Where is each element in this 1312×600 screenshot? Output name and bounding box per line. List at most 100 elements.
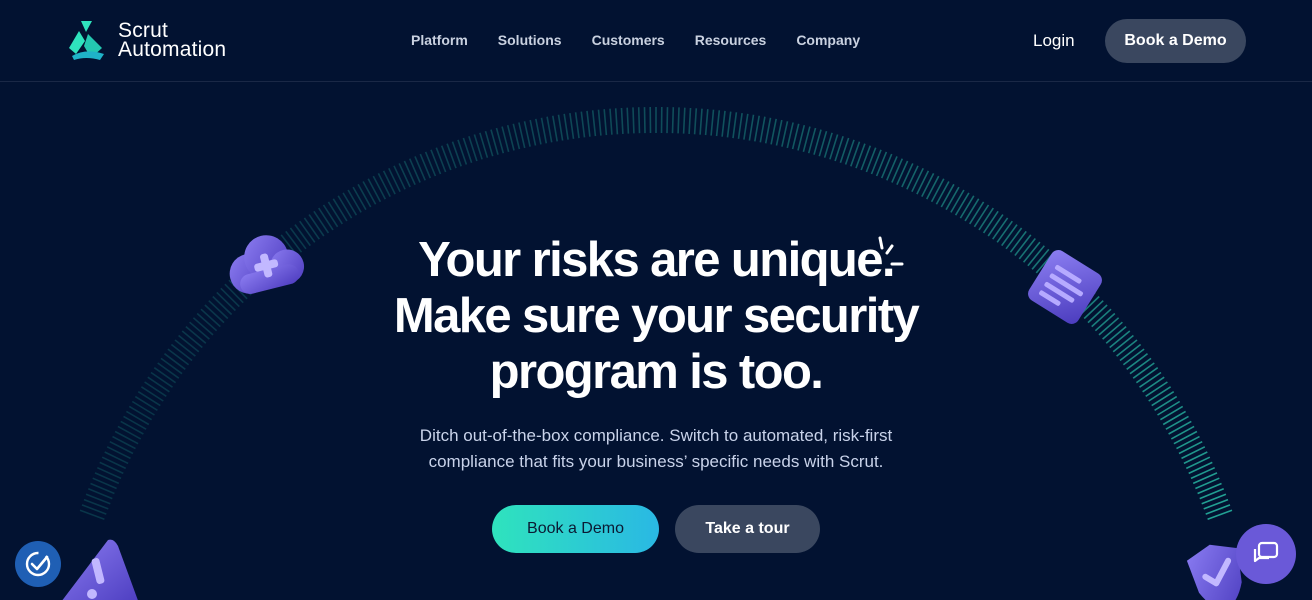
arc-tick	[797, 125, 806, 151]
arc-tick	[120, 420, 144, 435]
arc-tick	[185, 325, 207, 344]
arc-tick	[167, 348, 190, 366]
nav-platform[interactable]: Platform	[411, 32, 468, 48]
arc-tick	[891, 158, 904, 183]
nav-resources[interactable]: Resources	[695, 32, 767, 48]
arc-tick	[106, 446, 131, 460]
nav-solutions[interactable]: Solutions	[498, 32, 562, 48]
arc-tick	[357, 183, 372, 208]
arc-tick	[313, 210, 330, 234]
arc-tick	[764, 117, 772, 144]
arc-tick	[529, 119, 537, 146]
arc-tick	[382, 170, 396, 195]
arc-tick	[337, 195, 353, 219]
arc-tick	[1112, 334, 1134, 353]
arc-tick	[786, 122, 794, 149]
arc-tick	[781, 121, 789, 147]
arc-tick	[978, 207, 994, 231]
arc-tick	[954, 192, 970, 216]
arc-tick	[134, 395, 158, 411]
arc-tick	[189, 321, 210, 340]
arc-tick	[104, 451, 129, 465]
arc-tick	[1132, 362, 1155, 379]
arc-tick	[150, 371, 173, 388]
arc-tick	[721, 110, 726, 137]
arc-tick	[99, 461, 124, 475]
arc-tick	[1173, 430, 1198, 445]
arc-tick	[688, 107, 692, 134]
arc-tick	[557, 114, 564, 141]
arc-tick	[1151, 391, 1175, 407]
arc-tick	[959, 195, 975, 219]
arc-tick	[637, 107, 641, 134]
arc-tick	[911, 167, 924, 193]
arc-tick	[1154, 395, 1178, 411]
arc-tick	[96, 466, 122, 480]
arc-tick	[597, 109, 602, 136]
arc-tick	[490, 129, 499, 155]
arc-tick	[94, 472, 120, 485]
arc-tick	[1178, 440, 1203, 455]
arc-tick	[178, 334, 200, 353]
arc-tick	[791, 123, 800, 150]
arc-tick	[754, 115, 760, 142]
arc-tick	[987, 214, 1004, 237]
arc-tick	[1116, 339, 1138, 357]
arc-tick	[715, 110, 721, 137]
brand-name: Scrut Automation	[118, 20, 226, 60]
sparkle-icon	[878, 236, 904, 266]
arc-tick	[930, 178, 945, 203]
arc-tick	[813, 129, 822, 155]
hero-title-line-1: Your risks are unique.	[418, 233, 895, 287]
login-link[interactable]: Login	[1033, 31, 1075, 51]
arc-tick	[164, 353, 186, 370]
arc-tick	[495, 127, 505, 154]
arc-tick	[1170, 425, 1195, 440]
nav-customers[interactable]: Customers	[592, 32, 665, 48]
arc-tick	[1157, 400, 1181, 416]
take-tour-button[interactable]: Take a tour	[675, 505, 820, 553]
arc-tick	[552, 115, 558, 142]
arc-tick	[1188, 461, 1213, 475]
arc-tick	[1126, 353, 1148, 370]
scrut-logo-icon	[69, 21, 104, 60]
arc-tick	[398, 163, 411, 188]
arc-tick	[200, 308, 221, 328]
nav-company[interactable]: Company	[796, 32, 860, 48]
arc-tick	[925, 175, 940, 200]
arc-tick	[372, 175, 387, 200]
arc-tick	[1109, 330, 1131, 349]
arc-tick	[950, 189, 965, 213]
arc-tick	[501, 126, 510, 152]
arc-tick	[147, 376, 170, 393]
chat-widget-button[interactable]	[1236, 524, 1296, 584]
accessibility-widget[interactable]	[15, 541, 61, 587]
arc-tick	[1119, 343, 1142, 362]
arc-tick	[1129, 357, 1152, 375]
arc-tick	[546, 116, 553, 143]
arc-tick	[748, 114, 755, 141]
hero-book-demo-button[interactable]: Book a Demo	[492, 505, 659, 553]
header-book-demo-button[interactable]: Book a Demo	[1105, 19, 1246, 63]
site-header: Scrut Automation Platform Solutions Cust…	[0, 0, 1312, 82]
arc-tick	[1168, 420, 1192, 435]
arc-tick	[693, 108, 698, 135]
arc-tick	[332, 198, 348, 222]
arc-tick	[1159, 405, 1184, 421]
arc-tick	[109, 440, 134, 455]
arc-tick	[540, 117, 548, 144]
arc-tick	[342, 192, 358, 216]
brand-logo[interactable]: Scrut Automation	[64, 18, 226, 62]
arc-tick	[367, 178, 382, 203]
arc-tick	[677, 107, 680, 134]
arc-tick	[1148, 386, 1172, 402]
arc-tick	[192, 317, 214, 336]
arc-tick	[945, 186, 960, 211]
arc-tick	[726, 111, 732, 138]
arc-tick	[112, 435, 136, 450]
arc-tick	[523, 121, 531, 147]
arc-tick	[682, 107, 686, 134]
arc-tick	[181, 330, 203, 349]
arc-tick	[704, 109, 709, 136]
arc-tick	[393, 165, 406, 190]
